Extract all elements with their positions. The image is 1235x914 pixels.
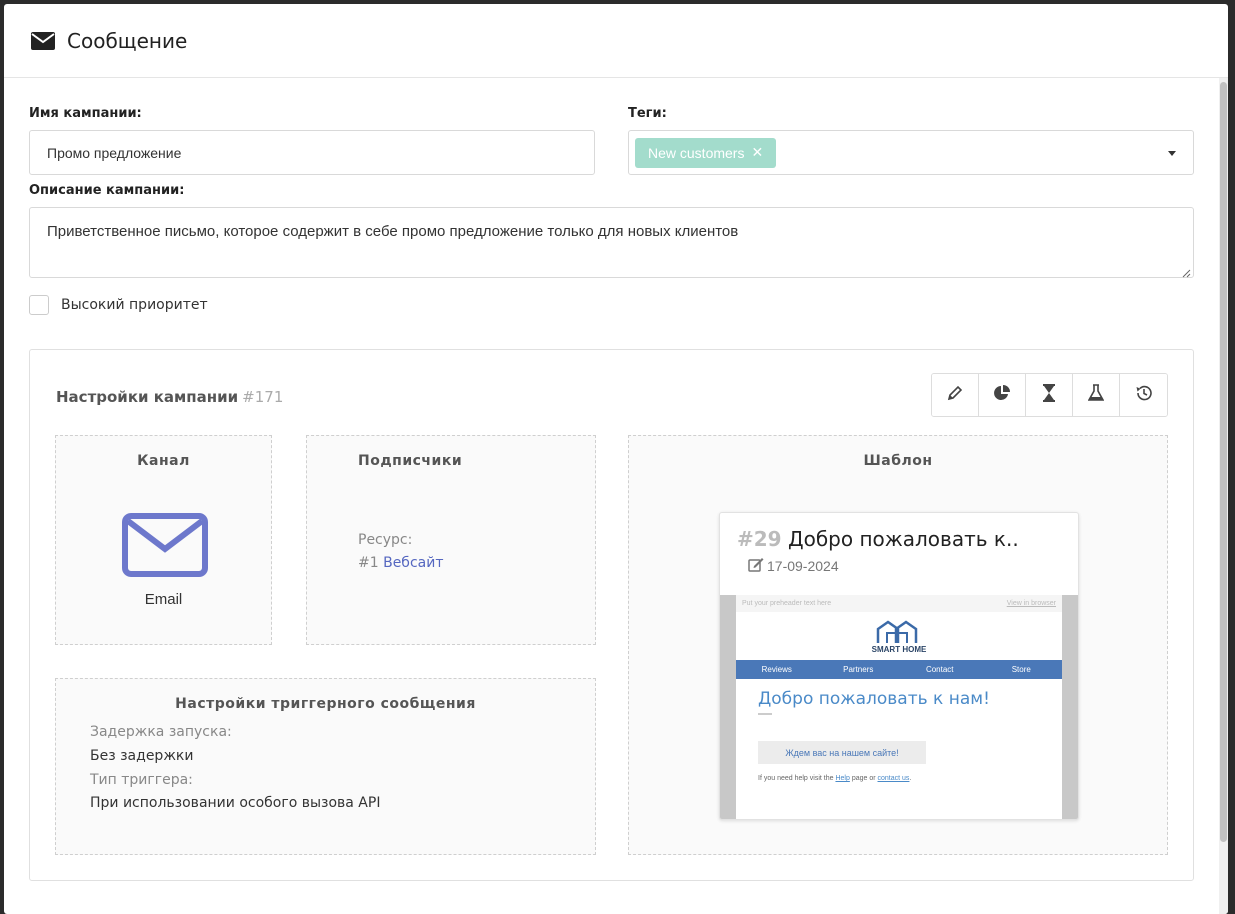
history-icon [1135,384,1153,407]
trigger-settings-box[interactable]: Настройки триггерного сообщения Задержка… [55,678,596,855]
delay-value: Без задержки [90,748,194,764]
description-label: Описание кампании: [29,183,185,198]
preheader-bar: Put your preheader text here View in bro… [736,595,1062,612]
settings-title: Настройки кампании #171 [56,388,283,406]
edit-icon [748,557,764,575]
envelope-icon [31,31,55,50]
nav-item-partners: Partners [843,665,874,674]
preview-nav: Reviews Partners Contact Store [736,660,1062,679]
tag-chip: New customers ✕ [635,137,777,168]
ab-test-button[interactable] [1073,374,1120,416]
template-date-text: 17-09-2024 [767,558,839,574]
channel-box[interactable]: Канал Email [55,435,272,645]
help-prefix: If you need help visit the [758,775,834,782]
trigger-type-label: Тип триггера: [90,772,193,788]
settings-title-text: Настройки кампании [56,388,239,406]
nav-item-store: Store [1011,665,1031,674]
description-textarea[interactable]: Приветственное письмо, которое содержит … [29,207,1194,278]
campaign-name-label: Имя кампании: [29,106,142,121]
stats-button[interactable] [979,374,1026,416]
flask-icon [1087,383,1105,407]
view-in-browser-link: View in browser [1006,600,1056,607]
modal-header: Сообщение [4,4,1228,78]
subscribers-title: Подписчики [358,453,463,469]
heading-divider [758,713,772,715]
help-middle: page or [851,775,876,782]
template-preview: Put your preheader text here View in bro… [720,595,1078,819]
envelope-icon [122,513,208,582]
preview-help-text: If you need help visit the Help page or … [758,775,911,782]
template-heading: #29 Добро пожаловать к.. [737,527,1019,551]
edit-button[interactable] [932,374,979,416]
email-preview-body: Put your preheader text here View in bro… [736,595,1062,819]
tags-label: Теги: [628,106,667,121]
history-button[interactable] [1120,374,1167,416]
channel-title: Канал [137,453,190,469]
campaign-id: #171 [242,388,284,406]
priority-checkbox[interactable] [29,295,49,315]
scrollbar-thumb[interactable] [1220,82,1227,842]
tag-chip-label: New customers [648,144,745,161]
pie-chart-icon [993,384,1011,407]
subscribers-box[interactable]: Подписчики Ресурс: #1 Вебсайт [306,435,596,645]
modal-title: Сообщение [67,28,188,53]
resource-label: Ресурс: [358,532,413,548]
template-date: 17-09-2024 [748,557,839,575]
help-suffix: . [909,775,912,782]
tag-remove-icon[interactable]: ✕ [751,144,763,161]
delay-label: Задержка запуска: [90,724,232,740]
preview-heading: Добро пожаловать к нам! [758,689,990,709]
brand-name: SMART HOME [871,645,927,654]
template-card[interactable]: #29 Добро пожаловать к.. 17-09-2024 Put … [719,512,1079,820]
nav-item-reviews: Reviews [761,665,792,674]
template-name: Добро пожаловать к.. [787,527,1019,551]
pencil-icon [946,384,964,407]
contact-link: contact us [877,775,910,782]
campaign-name-input[interactable]: Промо предложение [29,130,595,175]
settings-toolbar [931,373,1168,417]
description-value: Приветственное письмо, которое содержит … [47,223,739,240]
channel-label: Email [144,591,183,608]
nav-item-contact: Contact [925,665,954,674]
campaign-name-value: Промо предложение [47,144,182,161]
tags-select[interactable]: New customers ✕ [628,130,1194,175]
chevron-down-icon[interactable] [1168,151,1176,156]
resize-grip-icon[interactable] [1181,265,1191,278]
resource-id: #1 [358,555,379,571]
priority-label: Высокий приоритет [61,297,208,313]
hourglass-icon [1042,383,1056,407]
trigger-type-value: При использовании особого вызова API [90,795,381,811]
trigger-title: Настройки триггерного сообщения [175,696,476,712]
preview-cta-button: Ждем вас на нашем сайте! [758,741,926,764]
template-box: Шаблон #29 Добро пожаловать к.. 17-09-20… [628,435,1168,855]
help-link: Help [835,775,850,782]
resource-link[interactable]: Вебсайт [383,555,443,571]
campaign-settings-panel: Настройки кампании #171 Канал Email Подп… [29,349,1194,881]
schedule-button[interactable] [1026,374,1073,416]
message-modal: Сообщение Имя кампании: Промо предложени… [4,4,1228,914]
template-title: Шаблон [863,453,933,469]
resource-value: #1 Вебсайт [358,555,443,571]
preheader-text: Put your preheader text here [742,600,832,607]
template-number: #29 [737,527,782,551]
